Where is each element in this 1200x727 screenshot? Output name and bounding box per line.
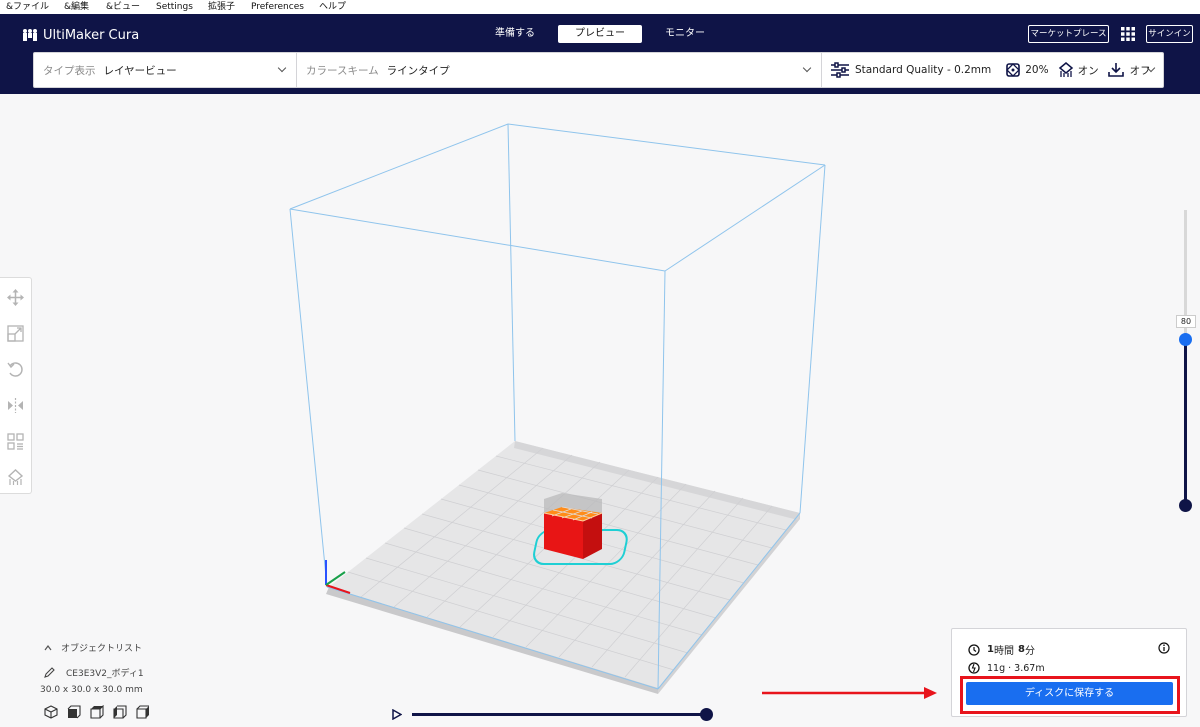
playback-slider-track[interactable] [412,713,708,716]
view-type-value: レイヤービュー [103,64,177,77]
build-plate [326,441,800,694]
camera-view-buttons [44,705,240,719]
menu-edit[interactable]: &編集 [64,0,89,14]
color-scheme-label: カラースキーム [306,64,379,77]
menu-extensions[interactable]: 拡張子 [208,0,235,14]
print-minutes-unit: 分 [1024,646,1035,657]
layer-slider-top-handle[interactable] [1179,333,1192,346]
color-scheme-value: ラインタイプ [386,64,450,77]
annotation-arrow [762,687,937,699]
layer-slider-bottom-handle[interactable] [1179,499,1192,512]
support-value: オン [1077,64,1099,77]
menu-settings[interactable]: Settings [156,0,193,14]
pencil-icon [44,667,55,678]
chevron-up-icon [44,644,52,650]
menu-preferences[interactable]: Preferences [251,0,304,14]
adhesion-value: オフ [1129,64,1151,77]
view-toolbar: タイプ表示 レイヤービュー カラースキーム ラインタイプ Standard Qu… [33,52,1164,88]
apps-grid-icon[interactable] [1120,26,1136,42]
menu-view[interactable]: &ビュー [106,0,140,14]
quality-profile: Standard Quality - 0.2mm [855,64,992,76]
view-top-icon[interactable] [90,705,104,719]
adhesion-icon [1107,63,1124,77]
signin-button[interactable]: サインイン [1146,25,1193,43]
view-left-icon[interactable] [113,705,127,719]
clock-icon [968,643,980,656]
layer-slider-range [1184,340,1187,506]
object-dimensions: 30.0 x 30.0 x 30.0 mm [40,685,143,695]
print-hours-unit: 時間 [993,646,1014,657]
model-preview [543,493,603,559]
print-minutes: 8 [1017,644,1025,655]
infill-value: 20% [1025,64,1049,76]
view-type-label: タイプ表示 [43,64,96,77]
object-list: オブジェクトリスト CE3E3V2_ボディ1 30.0 x 30.0 x 30.… [40,641,240,719]
ultimaker-logo-icon [23,29,37,41]
tab-preview[interactable]: プレビュー [558,25,642,43]
app-logo: UltiMaker Cura [22,24,139,46]
tab-monitor[interactable]: モニター [654,25,716,43]
layer-number[interactable]: 80 [1176,315,1196,328]
sliders-icon [831,62,849,78]
print-hours: 1 [987,644,994,655]
view-3d-icon[interactable] [44,705,58,719]
menu-help[interactable]: ヘルプ [319,0,346,14]
print-settings-selector[interactable]: Standard Quality - 0.2mm 20% オン オフ [830,53,1160,87]
infill-icon [1006,63,1021,77]
tab-prepare[interactable]: 準備する [484,25,546,43]
print-time-row: 1 時間 8 分 [968,642,1035,657]
save-to-disk-button[interactable]: ディスクに保存する [966,682,1173,705]
object-name: CE3E3V2_ボディ1 [66,669,144,679]
material-row: 11g · 3.67m [968,662,1045,674]
menu-bar: &ファイル &編集 &ビュー Settings 拡張子 Preferences … [0,0,1200,14]
app-title: UltiMaker Cura [43,27,140,43]
color-scheme-selector[interactable]: カラースキーム ラインタイプ [306,53,806,87]
info-icon[interactable] [1158,642,1170,654]
menu-file[interactable]: &ファイル [6,0,49,14]
marketplace-button[interactable]: マーケットプレース [1028,25,1109,43]
view-type-selector[interactable]: タイプ表示 レイヤービュー [43,53,293,87]
support-icon [1058,62,1073,77]
object-list-header: オブジェクトリスト [61,644,143,654]
divider [296,53,297,87]
divider [821,53,822,87]
view-right-icon[interactable] [136,705,150,719]
filament-spool-icon [968,662,980,674]
object-name-row[interactable]: CE3E3V2_ボディ1 [44,666,240,679]
material-usage: 11g · 3.67m [987,662,1045,674]
play-icon[interactable] [391,709,402,720]
view-front-icon[interactable] [67,705,81,719]
playback-slider-handle[interactable] [700,708,713,721]
object-list-toggle[interactable]: オブジェクトリスト [44,641,240,654]
